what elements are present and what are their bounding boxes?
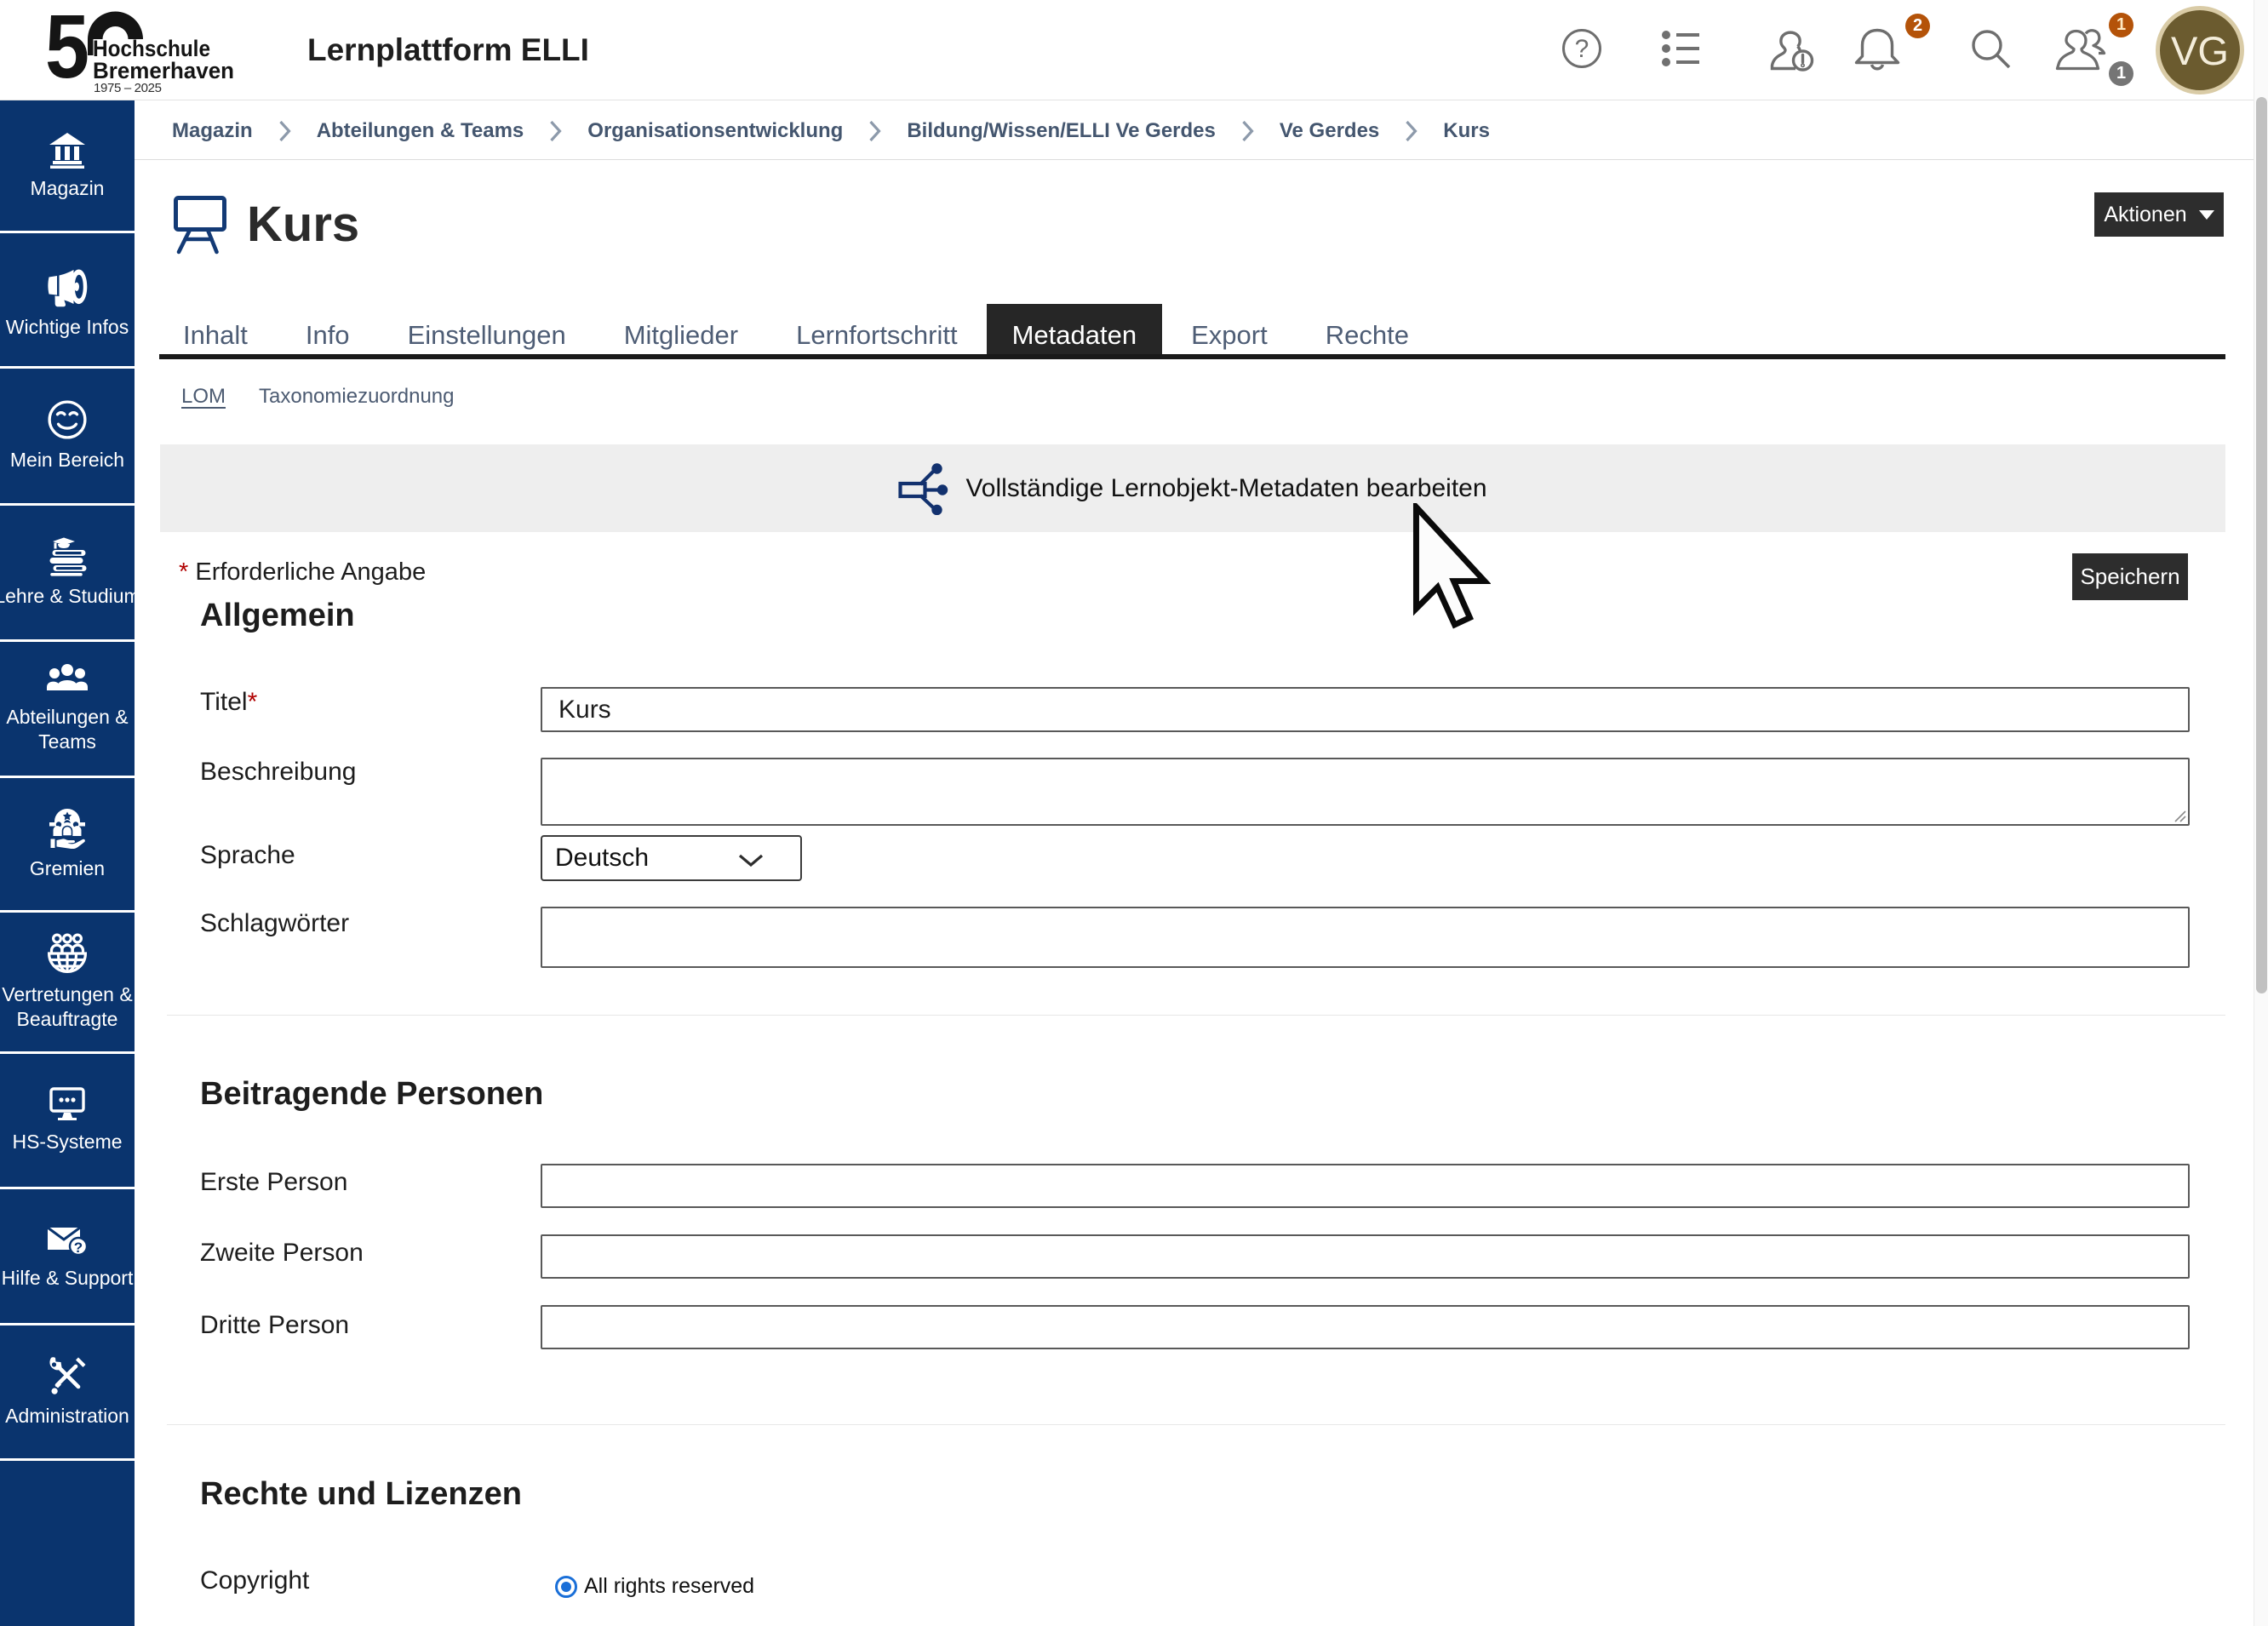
svg-text:?: ? (74, 1240, 83, 1256)
svg-text:Bremerhaven: Bremerhaven (93, 58, 234, 83)
svg-text:1975 – 2025: 1975 – 2025 (94, 81, 162, 95)
svg-text:?: ? (1575, 35, 1589, 63)
svg-text:5: 5 (45, 0, 89, 97)
